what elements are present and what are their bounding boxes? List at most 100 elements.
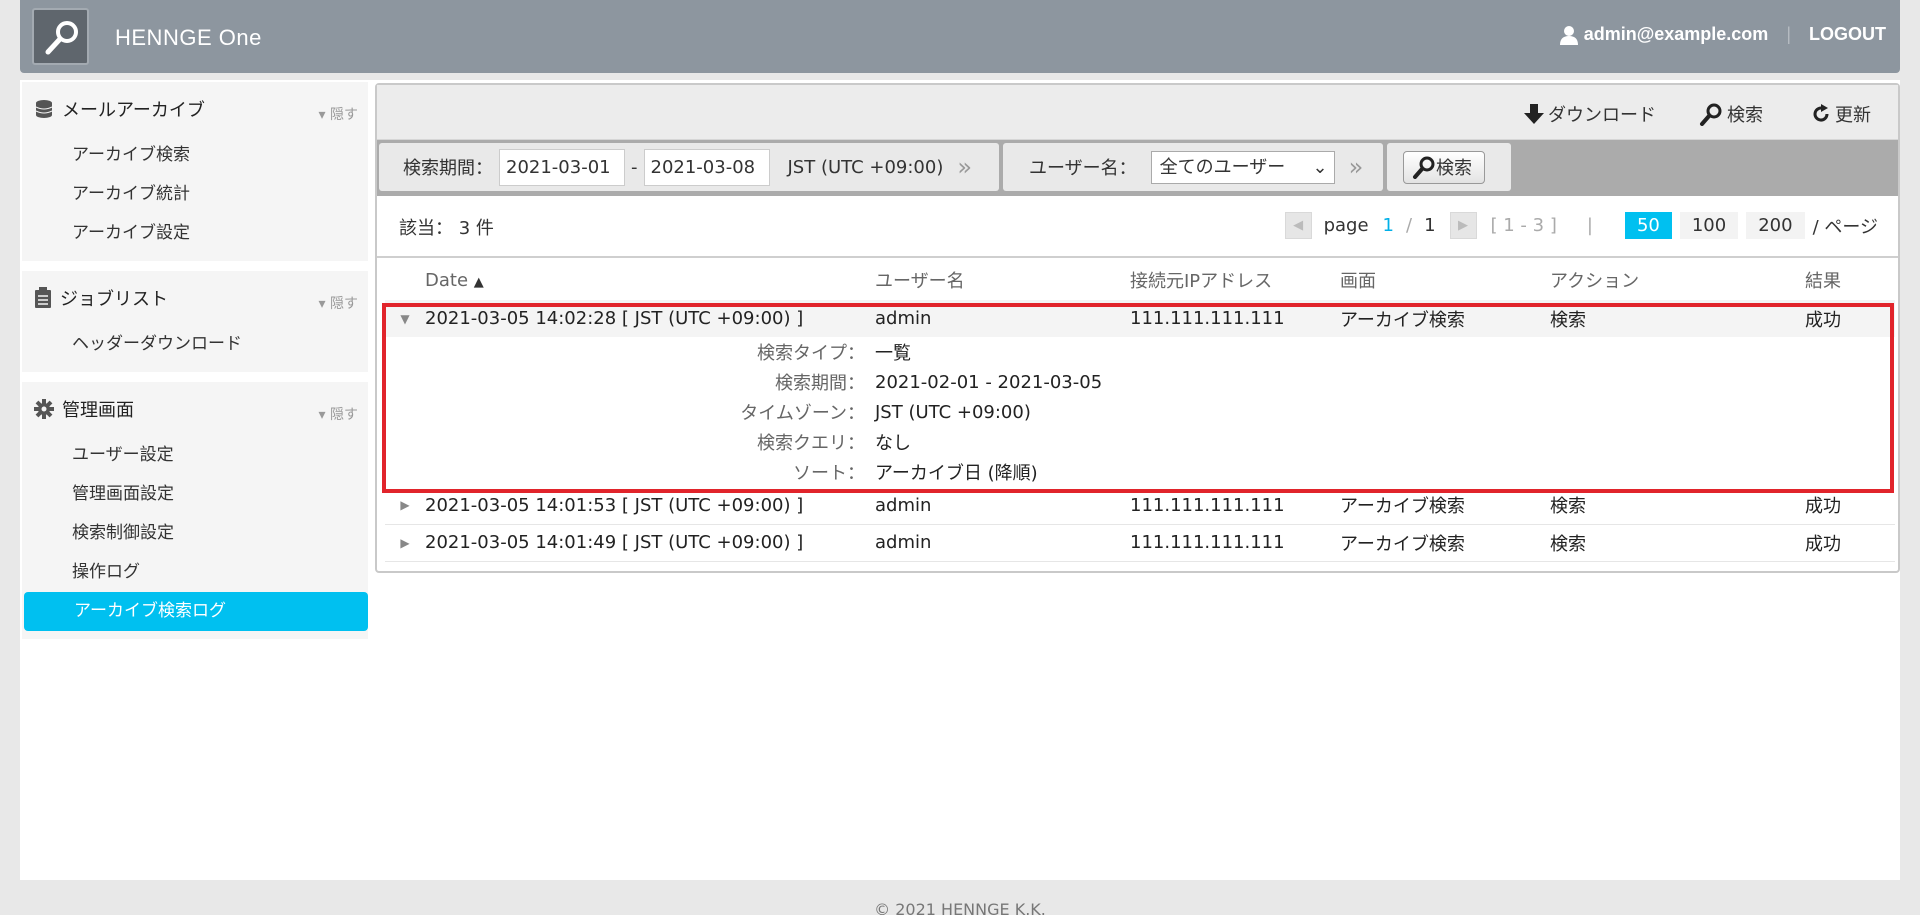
detail-value: 2021-02-01 - 2021-03-05 (875, 371, 1103, 393)
column-header-user[interactable]: ユーザー名 (875, 260, 1130, 300)
download-icon (1524, 104, 1544, 124)
period-filter: 検索期間： 2021-03-01 - 2021-03-08 JST (UTC +… (379, 143, 999, 191)
user-icon (1559, 25, 1578, 45)
table-row[interactable]: ▶ 2021-03-05 14:01:49 [ JST (UTC +09:00)… (385, 524, 1895, 562)
detail-row: 検索タイプ： 一覧 (385, 337, 1895, 367)
column-header-action[interactable]: アクション (1550, 260, 1805, 300)
prev-page-icon[interactable]: ◀ (1284, 212, 1312, 239)
expand-toggle-icon[interactable]: ▶ (385, 524, 425, 562)
hide-toggle[interactable]: ▾ 隠す (319, 404, 358, 424)
clipboard-icon (35, 287, 51, 308)
search-icon (1700, 103, 1722, 126)
detail-row: 検索クエリ： なし (385, 427, 1895, 457)
pager-divider: | (1586, 215, 1593, 236)
refresh-icon (1813, 104, 1829, 122)
period-label: 検索期間： (403, 158, 493, 179)
hide-toggle[interactable]: ▾ 隠す (319, 104, 358, 124)
detail-value: JST (UTC +09:00) (875, 401, 1031, 423)
result-summary-bar: 該当： 3 件 ◀ page 1 / 1 ▶ [ 1 - 3 ] | 50 10… (377, 196, 1898, 258)
footer: © 2021 HENNGE K.K. (874, 900, 1046, 915)
section-title: メールアーカイブ (62, 100, 205, 121)
cell-user: admin (875, 524, 1130, 562)
page-suffix: / ページ (1812, 216, 1878, 238)
section-header[interactable]: 管理画面 ▾ 隠す (22, 382, 368, 436)
hide-toggle[interactable]: ▾ 隠す (319, 293, 358, 313)
cell-result: 成功 (1805, 487, 1895, 525)
table-row[interactable]: ▼ 2021-03-05 14:02:28 [ JST (UTC +09:00)… (385, 300, 1895, 337)
user-email[interactable]: admin@example.com (1584, 24, 1769, 45)
pager: ◀ page 1 / 1 ▶ [ 1 - 3 ] | 50 100 200 / … (1284, 212, 1878, 239)
chevron-down-icon: ⌄ (1312, 156, 1328, 178)
magnifier-logo-icon (45, 21, 78, 55)
logo[interactable] (32, 8, 89, 65)
timezone-label[interactable]: JST (UTC +09:00) (788, 157, 944, 178)
double-chevron-icon: » (957, 153, 973, 181)
detail-row: タイムゾーン： JST (UTC +09:00) (385, 397, 1895, 427)
next-page-icon[interactable]: ▶ (1449, 212, 1477, 239)
sidebar-item-search-control[interactable]: 検索制御設定 (22, 514, 368, 553)
detail-label: 検索期間： (775, 373, 865, 394)
column-header-screen[interactable]: 画面 (1340, 260, 1550, 300)
detail-label: タイムゾーン： (740, 403, 865, 424)
section-title: 管理画面 (62, 400, 134, 421)
detail-row: 検索期間： 2021-02-01 - 2021-03-05 (385, 367, 1895, 397)
sidebar-section-mail-archive: メールアーカイブ ▾ 隠す アーカイブ検索 アーカイブ統計 アーカイブ設定 (22, 82, 368, 261)
filter-bar: 検索期間： 2021-03-01 - 2021-03-08 JST (UTC +… (377, 140, 1898, 196)
detail-value: 一覧 (875, 343, 911, 364)
detail-value: アーカイブ日 (降順) (875, 463, 1038, 484)
detail-row: ソート： アーカイブ日 (降順) (385, 457, 1895, 487)
sidebar-section-admin: 管理画面 ▾ 隠す ユーザー設定 管理画面設定 検索制御設定 操作ログ アーカイ… (22, 382, 368, 639)
brand-name: HENNGE One (115, 25, 262, 50)
toolbar-search-button[interactable]: 検索 (1699, 101, 1763, 127)
sidebar-item-archive-search[interactable]: アーカイブ検索 (22, 136, 368, 175)
sidebar-item-header-download[interactable]: ヘッダーダウンロード (22, 325, 368, 364)
detail-label: 検索タイプ： (757, 343, 865, 364)
toolbar: ダウンロード 検索 更新 (377, 85, 1898, 140)
page-size-200[interactable]: 200 (1746, 212, 1805, 239)
gear-icon (34, 399, 54, 419)
search-icon (1413, 156, 1435, 179)
column-header-date[interactable]: Date ▲ (425, 260, 875, 300)
column-header-ip[interactable]: 接続元IPアドレス (1130, 260, 1340, 300)
sidebar-item-archive-stats[interactable]: アーカイブ統計 (22, 175, 368, 214)
logout-link[interactable]: LOGOUT (1809, 24, 1886, 45)
sidebar-item-operation-log[interactable]: 操作ログ (22, 553, 368, 592)
refresh-button[interactable]: 更新 (1811, 101, 1871, 127)
detail-label: 検索クエリ： (757, 433, 865, 454)
column-header-result[interactable]: 結果 (1805, 260, 1895, 300)
header-divider: | (1786, 24, 1791, 44)
cell-ip: 111.111.111.111 (1130, 524, 1340, 562)
cell-action: 検索 (1550, 487, 1805, 525)
log-table: Date ▲ ユーザー名 接続元IPアドレス 画面 アクション 結果 ▼ 202… (385, 260, 1895, 562)
collapse-toggle-icon[interactable]: ▼ (385, 300, 425, 337)
section-header[interactable]: メールアーカイブ ▾ 隠す (22, 82, 368, 136)
cell-result: 成功 (1805, 524, 1895, 562)
sidebar-item-archive-settings[interactable]: アーカイブ設定 (22, 214, 368, 253)
table-row[interactable]: ▶ 2021-03-05 14:01:53 [ JST (UTC +09:00)… (385, 487, 1895, 525)
filter-search-button[interactable]: 検索 (1403, 150, 1485, 184)
cell-result: 成功 (1805, 300, 1895, 337)
section-title: ジョブリスト (60, 289, 168, 310)
expand-toggle-icon[interactable]: ▶ (385, 487, 425, 525)
cell-date: 2021-03-05 14:01:53 [ JST (UTC +09:00) ] (425, 487, 875, 525)
cell-screen: アーカイブ検索 (1340, 300, 1550, 337)
sidebar-item-user-settings[interactable]: ユーザー設定 (22, 436, 368, 475)
download-button[interactable]: ダウンロード (1524, 101, 1656, 127)
section-header[interactable]: ジョブリスト ▾ 隠す (22, 271, 368, 325)
sidebar-item-admin-settings[interactable]: 管理画面設定 (22, 475, 368, 514)
user-filter: ユーザー名： 全てのユーザー ⌄ » (1003, 143, 1383, 191)
current-page[interactable]: 1 (1383, 215, 1394, 236)
user-select[interactable]: 全てのユーザー ⌄ (1150, 150, 1335, 184)
cell-action: 検索 (1550, 524, 1805, 562)
date-to-input[interactable]: 2021-03-08 (643, 148, 770, 186)
cell-date: 2021-03-05 14:02:28 [ JST (UTC +09:00) ] (425, 300, 875, 337)
page-size-100[interactable]: 100 (1679, 212, 1739, 239)
cell-ip: 111.111.111.111 (1130, 487, 1340, 525)
double-chevron-icon: » (1348, 153, 1364, 181)
date-from-input[interactable]: 2021-03-01 (499, 148, 625, 186)
result-count: 該当： 3 件 (399, 218, 494, 239)
sort-asc-icon: ▲ (473, 274, 484, 290)
date-separator: - (631, 156, 638, 178)
page-size-50[interactable]: 50 (1624, 212, 1672, 239)
sidebar-item-archive-search-log[interactable]: アーカイブ検索ログ (24, 592, 368, 631)
